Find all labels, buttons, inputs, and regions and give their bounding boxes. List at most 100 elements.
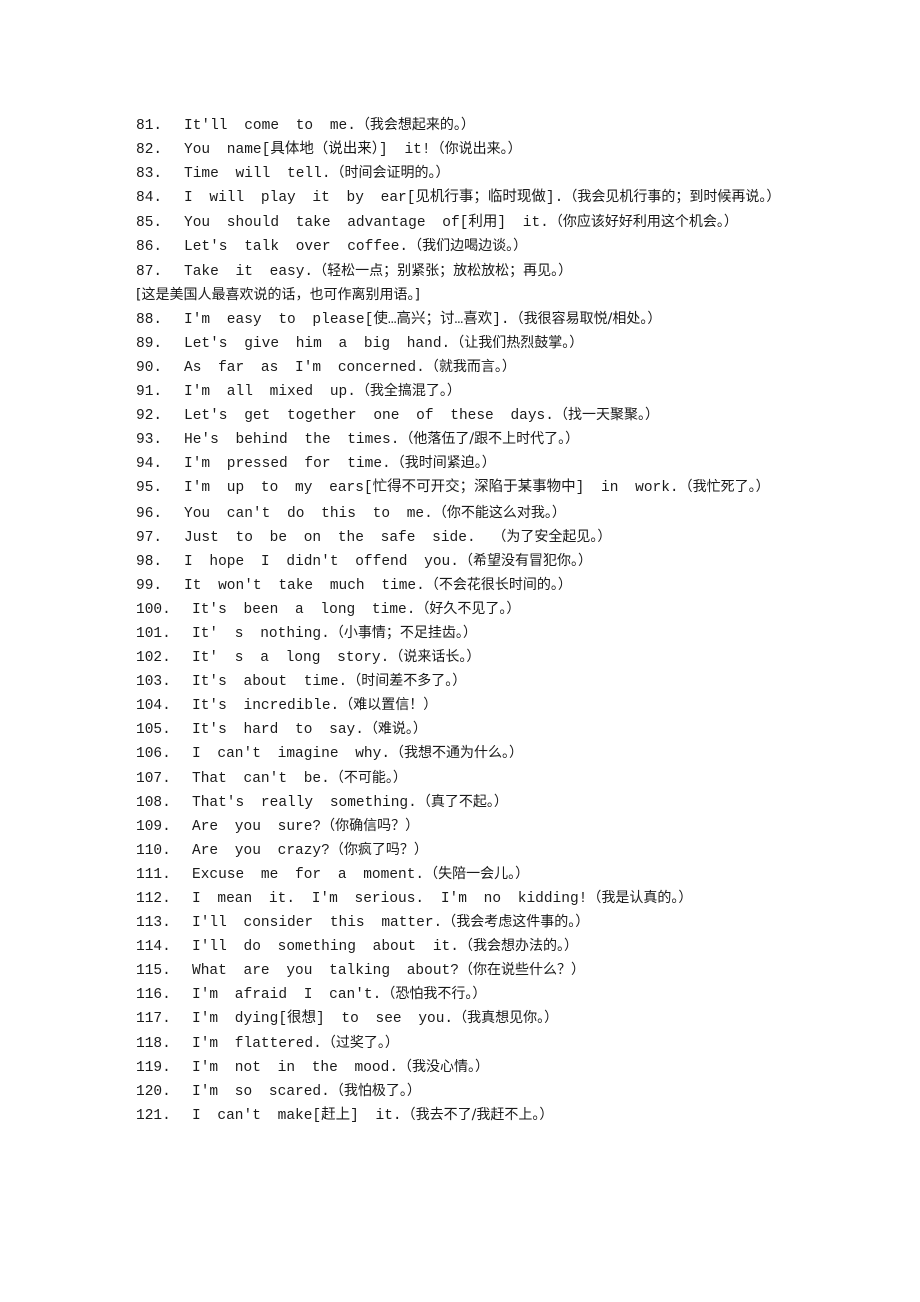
chinese-translation: （我怕极了。） <box>329 1082 421 1099</box>
entry-number: 108. <box>136 794 171 811</box>
chinese-translation: （小事情；不足挂齿。） <box>329 624 477 641</box>
english-phrase: Let's talk over coffee. <box>184 239 409 256</box>
english-phrase: Are you sure? <box>192 818 322 835</box>
phrase-entry: 105. It's hard to say.（难说。） <box>136 717 786 741</box>
phrase-entry: 86. Let's talk over coffee.（我们边喝边谈。） <box>136 234 786 258</box>
entry-number: 119. <box>136 1059 171 1076</box>
phrase-entry: 103. It's about time.（时间差不多了。） <box>136 669 786 693</box>
phrase-entry: 82. You name[具体地（说出来）] it!（你说出来。） <box>136 137 786 161</box>
phrase-entry: 118. I'm flattered.（过奖了。） <box>136 1031 786 1055</box>
entry-number: 81. <box>136 118 163 134</box>
chinese-translation: （你疯了吗？） <box>329 841 428 858</box>
phrase-entry: 120. I'm so scared.（我怕极了。） <box>136 1079 786 1103</box>
entry-number: 83. <box>136 166 163 183</box>
entry-number: 88. <box>136 311 163 328</box>
chinese-translation: （希望没有冒犯你。） <box>458 552 592 569</box>
english-phrase: Let's give him a big hand. <box>184 335 451 352</box>
phrase-entry: 116. I'm afraid I can't.（恐怕我不行。） <box>136 982 786 1006</box>
chinese-translation: （就我而言。） <box>424 358 516 375</box>
chinese-translation: （你不能这么对我。） <box>432 504 566 521</box>
entry-number: 102. <box>136 650 171 667</box>
entry-number: 101. <box>136 625 171 642</box>
phrase-entry: 112. I mean it. I'm serious. I'm no kiddi… <box>136 886 786 910</box>
phrase-entry: 114. I'll do something about it.（我会想办法的。） <box>136 934 786 958</box>
chinese-translation: （你在说些什么？） <box>458 962 585 979</box>
entry-number: 111. <box>136 866 171 883</box>
entry-number: 120. <box>136 1083 171 1100</box>
phrase-entry: 99. It won't take much time.（不会花很长时间的。） <box>136 573 786 597</box>
chinese-translation: （我会想办法的。） <box>458 938 578 955</box>
entry-number: 121. <box>136 1107 171 1124</box>
document-page: 81. It'll come to me.（我会想起来的。） 82. You name… <box>136 113 786 1127</box>
chinese-translation: （你应该好好利用这个机会。） <box>548 214 738 231</box>
english-phrase: That's really something. <box>192 794 417 811</box>
entry-number: 107. <box>136 770 171 787</box>
english-phrase: You name[具体地（说出来）] it! <box>184 142 431 159</box>
phrase-entry: 96. You can't do this to me.（你不能这么对我。） <box>136 501 786 525</box>
english-phrase: I'm easy to please[使…高兴；讨…喜欢]. <box>184 311 510 328</box>
chinese-translation: （难以置信！） <box>339 697 438 714</box>
english-phrase: It' s nothing. <box>192 625 330 642</box>
chinese-translation: （说来话长。） <box>389 649 481 666</box>
phrase-entry: 115. What are you talking about?（你在说些什么？） <box>136 958 786 982</box>
chinese-translation: （不会花很长时间的。） <box>424 576 572 593</box>
english-phrase: As far as I'm concerned. <box>184 359 425 376</box>
entry-number: 82. <box>136 142 163 159</box>
chinese-translation: （我全搞混了。） <box>355 383 461 400</box>
chinese-translation: （难说。） <box>363 721 427 738</box>
phrase-entry: 106. I can't imagine why.（我想不通为什么。） <box>136 741 786 765</box>
entry-number: 104. <box>136 698 171 715</box>
entry-number: 118. <box>136 1035 171 1052</box>
entry-number: 105. <box>136 722 171 739</box>
phrase-entry: 93. He's behind the times.（他落伍了/跟不上时代了。） <box>136 427 786 451</box>
chinese-translation: （我会想起来的。） <box>355 117 475 133</box>
phrase-entry: 121. I can't make[赶上] it.（我去不了/我赶不上。） <box>136 1103 786 1127</box>
entry-number: 116. <box>136 987 171 1004</box>
entry-number: 94. <box>136 456 163 473</box>
phrase-entry: 89. Let's give him a big hand.（让我们热烈鼓掌。） <box>136 331 786 355</box>
entry-number: 85. <box>136 215 163 232</box>
entry-number: 109. <box>136 818 171 835</box>
english-phrase: I can't make[赶上] it. <box>192 1107 402 1124</box>
english-phrase: Let's get together one of these days. <box>184 408 554 425</box>
phrase-entry: 117. I'm dying[很想] to see you.（我真想见你。） <box>136 1006 786 1030</box>
phrase-entry: 107. That can't be.（不可能。） <box>136 766 786 790</box>
chinese-translation: （为了安全起见。） <box>492 528 612 545</box>
phrase-entry: 91. I'm all mixed up.（我全搞混了。） <box>136 379 786 403</box>
phrase-entry: 97. Just to be on the safe side. （为了安全起见。… <box>136 525 786 549</box>
english-phrase: What are you talking about? <box>192 963 459 980</box>
entry-number: 92. <box>136 408 163 425</box>
phrase-entry: 85. You should take advantage of[利用] it.（… <box>136 210 786 234</box>
chinese-translation: （轻松一点；别紧张；放松放松；再见。） <box>313 262 573 279</box>
phrase-entry: 98. I hope I didn't offend you.（希望没有冒犯你。） <box>136 549 786 573</box>
english-phrase: I'll consider this matter. <box>192 915 443 932</box>
english-phrase: That can't be. <box>192 770 330 787</box>
english-phrase: You can't do this to me. <box>184 505 433 522</box>
entry-number: 87. <box>136 263 163 280</box>
english-phrase: Just to be on the safe side. <box>184 529 493 546</box>
english-phrase: I'm not in the mood. <box>192 1059 399 1076</box>
english-phrase: It's been a long time. <box>192 601 416 618</box>
entry-number: 117. <box>136 1011 171 1028</box>
entry-number: 99. <box>136 577 163 594</box>
chinese-translation: （找一天聚聚。） <box>553 407 659 424</box>
english-phrase: Time will tell. <box>184 166 331 183</box>
phrase-entry: 81. It'll come to me.（我会想起来的。） <box>136 113 786 137</box>
chinese-translation: （过奖了。） <box>321 1034 399 1051</box>
entry-number: 114. <box>136 939 171 956</box>
english-phrase: It's incredible. <box>192 698 340 715</box>
phrase-entry: 108. That's really something.（真了不起。） <box>136 790 786 814</box>
entry-number: 86. <box>136 239 163 256</box>
entry-number: 110. <box>136 842 171 859</box>
phrase-entry: 95. I'm up to my ears[忙得不可开交；深陷于某事物中] in … <box>136 475 786 500</box>
phrase-entry: 109. Are you sure?（你确信吗？） <box>136 814 786 838</box>
entry-number: 90. <box>136 359 163 376</box>
phrase-entry: 87. Take it easy.（轻松一点；别紧张；放松放松；再见。） <box>136 259 786 283</box>
chinese-translation: （我没心情。） <box>398 1058 490 1075</box>
english-phrase: Excuse me for a moment. <box>192 866 425 883</box>
chinese-translation: （我去不了/我赶不上。） <box>401 1106 554 1123</box>
entry-number: 96. <box>136 505 163 522</box>
entry-number: 84. <box>136 190 163 207</box>
chinese-translation: （我忙死了。） <box>678 479 770 496</box>
english-phrase: Are you crazy? <box>192 842 330 859</box>
